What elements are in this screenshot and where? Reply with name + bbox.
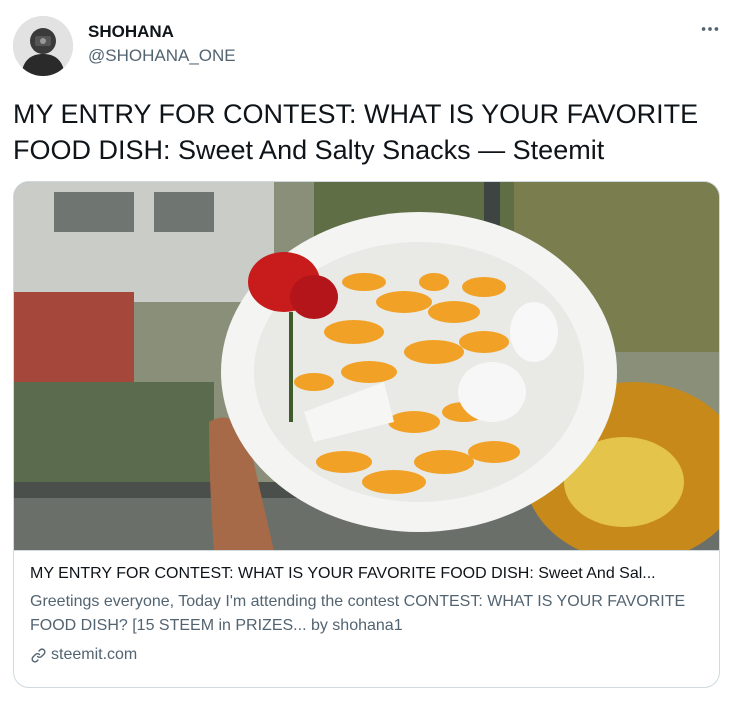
card-domain[interactable]: steemit.com bbox=[30, 644, 703, 666]
author-display-name[interactable]: SHOHANA bbox=[88, 22, 174, 42]
card-domain-label: steemit.com bbox=[51, 646, 138, 663]
author-handle[interactable]: @SHOHANA_ONE bbox=[88, 46, 236, 66]
card-body[interactable]: MY ENTRY FOR CONTEST: WHAT IS YOUR FAVOR… bbox=[14, 551, 719, 666]
avatar-photo bbox=[13, 16, 73, 76]
card-title: MY ENTRY FOR CONTEST: WHAT IS YOUR FAVOR… bbox=[30, 565, 656, 582]
more-button[interactable] bbox=[695, 14, 725, 44]
tweet: SHOHANA @SHOHANA_ONE MY ENTRY FOR CONTES… bbox=[0, 0, 739, 711]
link-card[interactable]: MY ENTRY FOR CONTEST: WHAT IS YOUR FAVOR… bbox=[13, 181, 720, 688]
card-description: Greetings everyone, Today I'm attending … bbox=[30, 593, 686, 634]
tweet-text: MY ENTRY FOR CONTEST: WHAT IS YOUR FAVOR… bbox=[13, 99, 699, 165]
avatar[interactable] bbox=[13, 16, 73, 76]
card-image[interactable] bbox=[14, 182, 719, 551]
link-icon bbox=[31, 647, 46, 663]
food-plate-photo bbox=[14, 182, 719, 550]
more-horizontal-icon bbox=[701, 27, 719, 31]
